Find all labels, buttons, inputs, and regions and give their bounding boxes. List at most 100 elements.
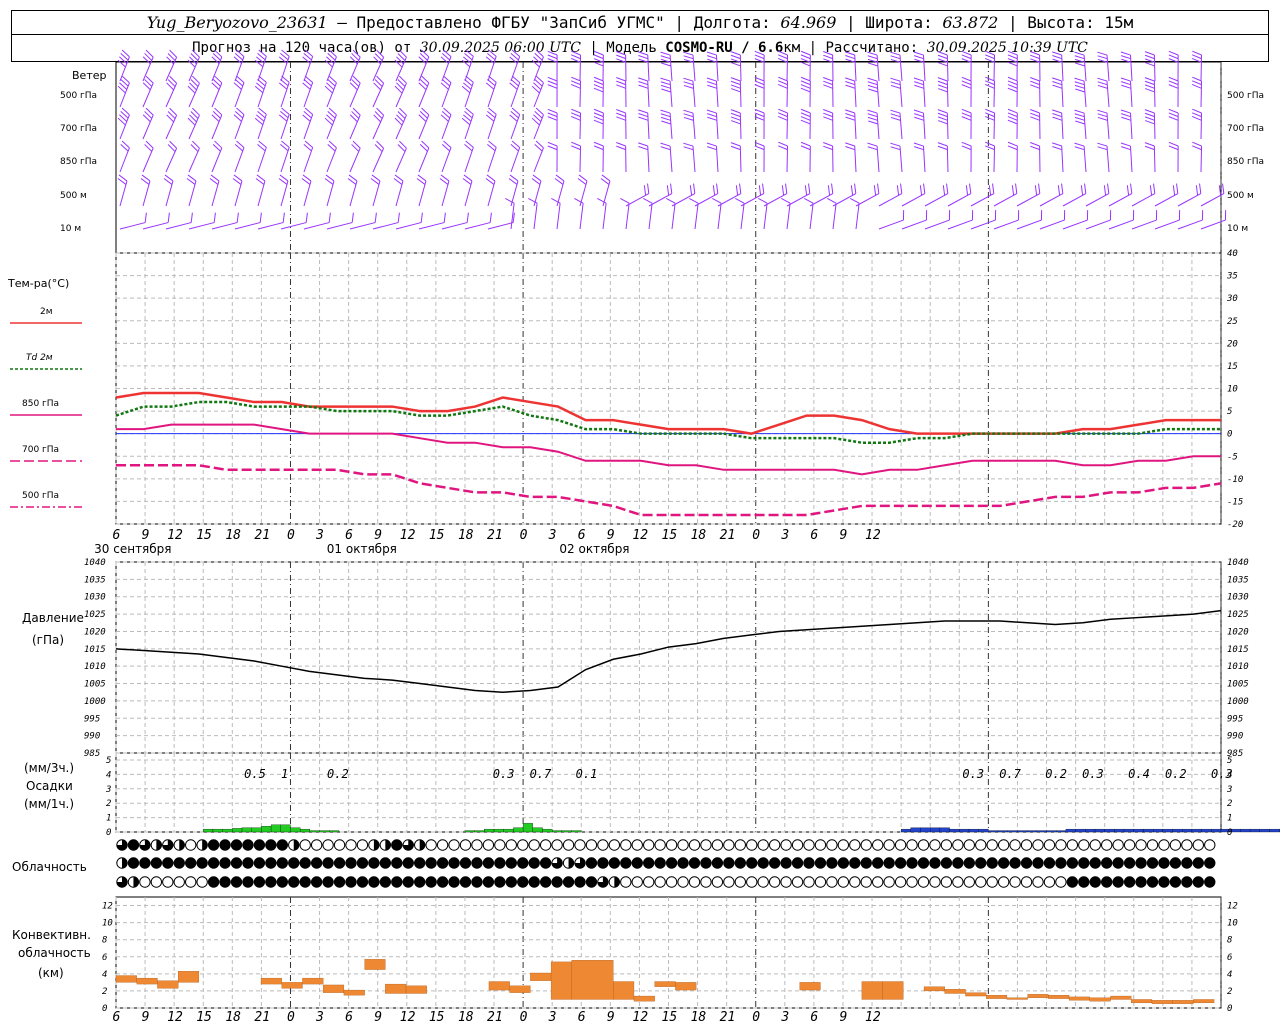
wind-barb xyxy=(854,113,857,140)
cloud-fill xyxy=(689,857,700,869)
precip-bar xyxy=(212,828,223,833)
cloud-fill xyxy=(1124,876,1135,888)
precip-bar xyxy=(1259,828,1270,833)
wind-barb-flag xyxy=(1052,146,1063,151)
wind-barb-flag xyxy=(754,50,765,56)
wind-barb-flag xyxy=(1097,146,1108,151)
hour-label: 21 xyxy=(720,1010,736,1024)
wind-barb-flag xyxy=(961,108,972,114)
wind-barb-flag xyxy=(1120,142,1131,147)
wind-barb-flag xyxy=(845,109,855,114)
conv-cloud-bar xyxy=(675,982,697,991)
y-tick-left: 1020 xyxy=(84,627,106,637)
cloud-fill xyxy=(391,839,402,851)
wind-barb xyxy=(211,222,238,230)
cloud-fill xyxy=(403,876,414,888)
hour-label: 9 xyxy=(374,1010,382,1024)
wind-barb-flag xyxy=(706,55,717,60)
wind-barb-flag xyxy=(938,62,948,67)
cloud-fill xyxy=(403,857,414,869)
wind-barb-flag xyxy=(547,54,558,60)
wind-barb xyxy=(878,219,904,230)
wind-barb-flag xyxy=(800,141,811,147)
wind-barb xyxy=(372,148,385,173)
cloud-symbol xyxy=(757,876,769,888)
wind-barb-flag xyxy=(1052,113,1063,118)
hour-label: 9 xyxy=(374,528,382,543)
wind-barb-flag xyxy=(706,113,717,118)
cloud-symbol xyxy=(482,839,495,851)
cloud-symbol xyxy=(1089,839,1101,851)
wind-barb xyxy=(1131,193,1156,207)
cloud-fill xyxy=(998,857,1009,869)
wind-barb xyxy=(1083,113,1087,140)
wind-barb-flag xyxy=(666,185,670,196)
wind-barb xyxy=(1153,145,1156,173)
wind-barb-flag xyxy=(961,76,972,82)
wind-barb xyxy=(1106,146,1110,173)
wind-barb-flag xyxy=(785,183,788,194)
wind-barb-flag xyxy=(1030,145,1040,151)
cloud-fill xyxy=(311,876,322,888)
wind-barb xyxy=(1108,219,1134,230)
wind-barb-flag xyxy=(660,84,671,89)
wind-barb xyxy=(234,147,245,173)
cloud-fill xyxy=(540,876,551,888)
precip-bar xyxy=(474,830,485,833)
wind-barb xyxy=(280,114,290,140)
wind-barb-flag xyxy=(1007,54,1018,60)
cloud-fill xyxy=(368,857,380,869)
precip-bar xyxy=(1133,828,1144,833)
hour-label: 3 xyxy=(315,1010,324,1024)
hour-label: 3 xyxy=(780,528,789,543)
wind-barb-flag xyxy=(638,55,649,60)
wind-barb-flag xyxy=(1030,112,1040,118)
wind-barb-flag xyxy=(867,113,878,118)
wind-barb-flag xyxy=(167,212,170,223)
wind-barb-flag xyxy=(593,84,604,89)
wind-barb-flag xyxy=(937,142,948,147)
y-tick-left: 1 xyxy=(106,814,111,824)
cloud-fill xyxy=(334,857,345,869)
wind-level-label: 500 м xyxy=(1227,191,1254,201)
cloud-symbol xyxy=(425,839,437,851)
cloud-symbol xyxy=(654,839,666,851)
cloud-symbol xyxy=(310,839,323,851)
cloud-symbol xyxy=(185,876,197,888)
wind-barb-flag xyxy=(762,183,765,194)
cloud-symbol xyxy=(562,839,575,851)
wind-barb-flag xyxy=(1074,142,1085,147)
wind-barb-flag xyxy=(800,87,811,93)
hour-label: 9 xyxy=(607,528,615,543)
wind-barb xyxy=(418,147,430,173)
cloud-fill xyxy=(231,876,242,888)
wind-barb-flag xyxy=(660,55,671,60)
wind-barb-flag xyxy=(823,116,833,121)
cloud-symbol xyxy=(768,876,781,888)
conv-cloud-bar xyxy=(1068,996,1090,1001)
cloud-symbol xyxy=(459,839,472,851)
wind-barb-flag xyxy=(1168,50,1179,56)
conv-cloud-bar xyxy=(260,977,282,985)
cloud-fill xyxy=(380,876,391,888)
wind-barb-flag xyxy=(735,185,739,196)
cloud-fill xyxy=(826,857,838,869)
legend-label: Td 2м xyxy=(26,353,53,363)
wind-panel-frame xyxy=(115,61,1222,254)
wind-barb xyxy=(922,81,926,108)
conv-cloud-bar xyxy=(799,982,821,991)
cloud-fill xyxy=(677,857,689,869)
cloud-fill xyxy=(597,857,609,869)
wind-barb-flag xyxy=(868,88,879,93)
wind-barb xyxy=(234,180,243,207)
wind-barb-flag xyxy=(923,183,926,194)
precip-bar xyxy=(1017,830,1028,833)
wind-barb-flag xyxy=(1097,55,1108,60)
wind-barb-flag xyxy=(1007,80,1018,86)
y-tick-right: 12 xyxy=(1227,902,1238,912)
wind-barb-flag xyxy=(781,198,791,204)
wind-barb-flag xyxy=(282,212,285,223)
cloud-cover-layer xyxy=(116,839,1216,888)
conv-cloud-bar xyxy=(323,984,345,993)
wind-barb-flag xyxy=(739,183,742,194)
